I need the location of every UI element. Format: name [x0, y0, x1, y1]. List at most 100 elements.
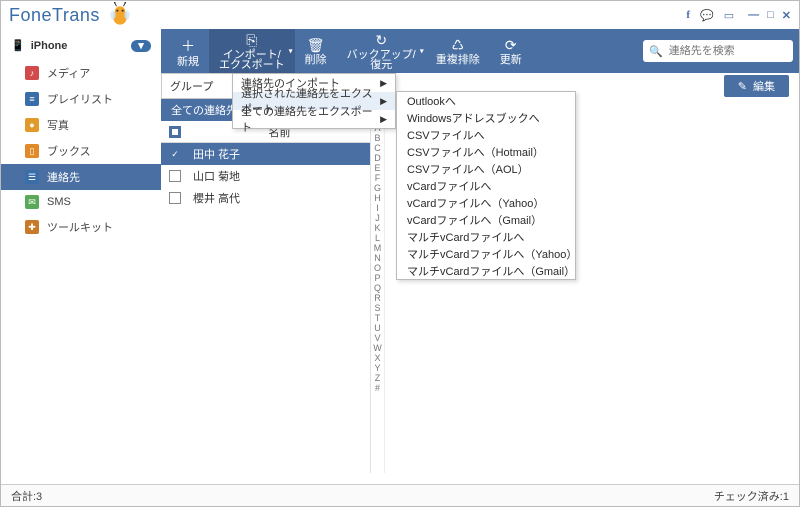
sidebar-label: 連絡先 — [47, 169, 80, 185]
alpha-K[interactable]: K — [374, 223, 380, 233]
alpha-J[interactable]: J — [375, 213, 380, 223]
alpha-G[interactable]: G — [374, 183, 381, 193]
alpha-O[interactable]: O — [374, 263, 381, 273]
toolbar-label: 重複排除 — [436, 55, 480, 65]
export-menu: 連絡先のインポート▶選択された連絡先をエクスポート▶全ての連絡先をエクスポート▶ — [232, 73, 396, 129]
export-submenu: OutlookへWindowsアドレスブックへCSVファイルへCSVファイルへ（… — [396, 91, 576, 280]
alpha-H[interactable]: H — [374, 193, 381, 203]
toolbar-icon: ＋ — [181, 36, 195, 56]
menu2-item-3[interactable]: CSVファイルへ（Hotmail） — [397, 143, 575, 160]
toolbar-btn-2[interactable]: 🗑削除 — [295, 29, 337, 73]
alpha-Z[interactable]: Z — [375, 373, 381, 383]
maximize-icon[interactable]: □ — [767, 9, 774, 21]
menu2-item-9[interactable]: マルチvCardファイルへ（Yahoo） — [397, 245, 575, 262]
alpha-R[interactable]: R — [374, 293, 381, 303]
menu2-item-10[interactable]: マルチvCardファイルへ（Gmail） — [397, 262, 575, 279]
alpha-#[interactable]: # — [375, 383, 380, 393]
sidebar-item-5[interactable]: ✉SMS — [1, 190, 161, 214]
sidebar-item-4[interactable]: ☰ 連絡先 — [1, 164, 161, 190]
alpha-X[interactable]: X — [374, 353, 380, 363]
toolbar-btn-1[interactable]: ⎘インポート/ エクスポート▾ — [209, 29, 295, 73]
contact-row[interactable]: 山口 菊地 — [161, 165, 370, 187]
toolbar-label: 更新 — [500, 55, 522, 65]
alpha-I[interactable]: I — [376, 203, 379, 213]
toolbar-icon: ♺ — [451, 37, 464, 54]
toolbar-icon: ↻ — [375, 32, 387, 49]
minimize-icon[interactable]: — — [748, 9, 759, 21]
contact-row[interactable]: ✓ 田中 花子 — [161, 143, 370, 165]
toolbar-btn-0[interactable]: ＋新規 — [167, 29, 209, 73]
caret-icon: ▾ — [289, 47, 293, 56]
menu2-item-0[interactable]: Outlookへ — [397, 92, 575, 109]
sidebar-item-3[interactable]: ▯ブックス — [1, 138, 161, 164]
sidebar-item-0[interactable]: ♪ メディア — [1, 60, 161, 86]
sidebar-icon: ✉ — [25, 195, 39, 209]
alpha-V[interactable]: V — [374, 333, 380, 343]
alpha-U[interactable]: U — [374, 323, 381, 333]
sidebar-item-6[interactable]: ✚ツールキット — [1, 214, 161, 240]
sidebar-label: ブックス — [47, 143, 91, 159]
alpha-S[interactable]: S — [374, 303, 380, 313]
alpha-F[interactable]: F — [375, 173, 381, 183]
alpha-P[interactable]: P — [374, 273, 380, 283]
sidebar-item-2[interactable]: ●写真 — [1, 112, 161, 138]
menu-label: 全ての連絡先をエクスポート — [241, 103, 380, 135]
menu2-item-2[interactable]: CSVファイルへ — [397, 126, 575, 143]
alpha-Y[interactable]: Y — [374, 363, 380, 373]
checkbox[interactable] — [169, 170, 181, 182]
menu2-item-1[interactable]: Windowsアドレスブックへ — [397, 109, 575, 126]
toolbar-label: 新規 — [177, 57, 199, 67]
sidebar-item-1[interactable]: ≡プレイリスト — [1, 86, 161, 112]
checkbox[interactable]: ✓ — [169, 148, 181, 160]
sidebar-icon: ≡ — [25, 92, 39, 106]
contact-name: 山口 菊地 — [189, 168, 370, 184]
toolbar-icon: ⟳ — [505, 37, 517, 54]
alpha-N[interactable]: N — [374, 253, 381, 263]
search-box[interactable]: 🔍 — [643, 40, 793, 62]
status-bar: 合計:3 チェック済み:1 — [1, 484, 799, 506]
facebook-icon[interactable]: f — [686, 9, 690, 21]
toolbar-btn-5[interactable]: ⟳更新 — [490, 29, 532, 73]
device-badge[interactable]: ▾ — [131, 40, 151, 52]
menu2-item-6[interactable]: vCardファイルへ（Yahoo） — [397, 194, 575, 211]
alpha-D[interactable]: D — [374, 153, 381, 163]
menu1-item-2[interactable]: 全ての連絡先をエクスポート▶ — [233, 110, 395, 128]
toolbar-label: インポート/ エクスポート — [219, 50, 285, 70]
app-title: FoneTrans — [9, 5, 100, 26]
alpha-E[interactable]: E — [374, 163, 380, 173]
edit-label: 編集 — [753, 78, 775, 94]
close-icon[interactable]: ✕ — [782, 9, 791, 22]
arrow-icon: ▶ — [380, 78, 387, 89]
sidebar-icon: ☰ — [25, 170, 39, 184]
edit-button[interactable]: ✎ 編集 — [724, 75, 789, 97]
alpha-C[interactable]: C — [374, 143, 381, 153]
sidebar-label: ツールキット — [47, 219, 113, 235]
menu2-item-5[interactable]: vCardファイルへ — [397, 177, 575, 194]
search-icon: 🔍 — [649, 45, 663, 58]
alpha-T[interactable]: T — [375, 313, 381, 323]
checkbox[interactable] — [169, 192, 181, 204]
contact-name: 櫻井 高代 — [189, 190, 370, 206]
alpha-M[interactable]: M — [374, 243, 382, 253]
menu2-item-4[interactable]: CSVファイルへ（AOL） — [397, 160, 575, 177]
feedback-icon[interactable]: ▭ — [724, 9, 734, 22]
chat-icon[interactable]: 💬 — [700, 9, 714, 22]
sidebar-icon: ♪ — [25, 66, 39, 80]
alpha-Q[interactable]: Q — [374, 283, 381, 293]
arrow-icon: ▶ — [380, 96, 387, 107]
device-row[interactable]: 📱 iPhone ▾ — [1, 35, 161, 56]
alpha-W[interactable]: W — [373, 343, 382, 353]
toolbar-label: バックアップ/ 復元 — [347, 50, 416, 70]
alpha-index: ABCDEFGHIJKLMNOPQRSTUVWXYZ# — [371, 121, 385, 473]
contact-name: 田中 花子 — [189, 146, 370, 162]
menu2-item-7[interactable]: vCardファイルへ（Gmail） — [397, 211, 575, 228]
sidebar-label: メディア — [47, 65, 90, 81]
contact-row[interactable]: 櫻井 高代 — [161, 187, 370, 209]
menu2-item-8[interactable]: マルチvCardファイルへ — [397, 228, 575, 245]
toolbar-btn-4[interactable]: ♺重複排除 — [426, 29, 490, 73]
checkbox-all[interactable] — [169, 126, 181, 138]
toolbar-btn-3[interactable]: ↻バックアップ/ 復元▾ — [337, 29, 426, 73]
search-input[interactable] — [669, 45, 800, 57]
arrow-icon: ▶ — [380, 114, 387, 125]
alpha-L[interactable]: L — [375, 233, 380, 243]
